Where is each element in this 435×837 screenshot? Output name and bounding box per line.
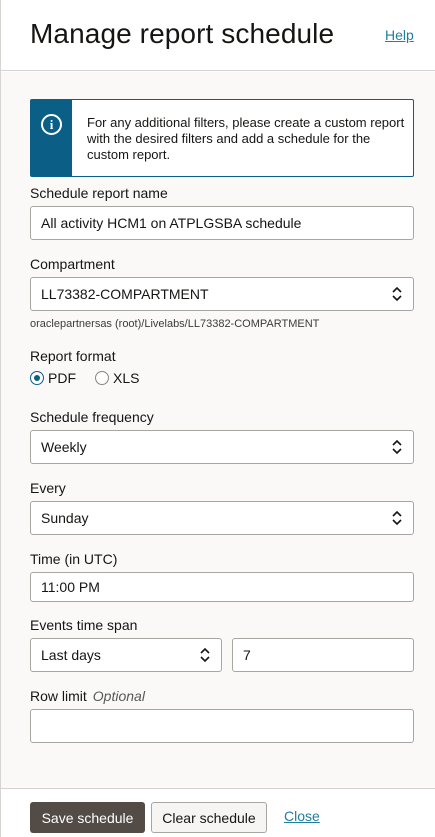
events-time-span-select[interactable]: Last days <box>30 638 222 672</box>
schedule-frequency-label: Schedule frequency <box>30 409 154 425</box>
info-message: i For any additional filters, please cre… <box>30 99 414 177</box>
xls-radio[interactable] <box>95 371 109 385</box>
panel-header: Manage report schedule Help <box>1 0 435 71</box>
schedule-name-input[interactable]: All activity HCM1 on ATPLGSBA schedule <box>30 206 414 240</box>
info-bar: i <box>31 100 72 176</box>
compartment-value: LL73382-COMPARTMENT <box>41 286 209 302</box>
compartment-path: oraclepartnersas (root)/Livelabs/LL73382… <box>30 318 320 330</box>
every-select[interactable]: Sunday <box>30 501 414 535</box>
manage-report-schedule-panel: Manage report schedule Help i For any ad… <box>0 0 435 837</box>
optional-label: Optional <box>92 688 145 704</box>
every-label: Every <box>30 480 66 496</box>
events-time-span-value: Last days <box>41 647 101 663</box>
row-limit-input[interactable] <box>30 709 414 743</box>
pdf-radio[interactable] <box>30 371 44 385</box>
every-value: Sunday <box>41 510 89 526</box>
info-icon: i <box>41 114 62 135</box>
close-link[interactable]: Close <box>284 808 320 824</box>
up-down-chevron-icon <box>200 647 210 663</box>
row-limit-label-text: Row limit <box>30 688 87 704</box>
schedule-name-label: Schedule report name <box>30 185 168 201</box>
panel-footer: Save schedule Clear schedule Close <box>1 788 435 837</box>
page-title: Manage report schedule <box>30 18 335 49</box>
row-limit-label: Row limit Optional <box>30 688 145 704</box>
events-time-span-amount-input[interactable]: 7 <box>232 638 414 672</box>
up-down-chevron-icon <box>392 510 402 526</box>
clear-schedule-button[interactable]: Clear schedule <box>151 802 267 833</box>
compartment-select[interactable]: LL73382-COMPARTMENT <box>30 277 414 311</box>
schedule-frequency-value: Weekly <box>41 439 87 455</box>
schedule-frequency-select[interactable]: Weekly <box>30 430 414 464</box>
compartment-label: Compartment <box>30 256 115 272</box>
up-down-chevron-icon <box>392 286 402 302</box>
time-label: Time (in UTC) <box>30 551 118 567</box>
pdf-radio-label: PDF <box>48 370 76 386</box>
up-down-chevron-icon <box>392 439 402 455</box>
events-time-span-label: Events time span <box>30 617 138 633</box>
help-link[interactable]: Help <box>385 27 414 43</box>
time-input[interactable]: 11:00 PM <box>30 572 414 602</box>
save-schedule-button[interactable]: Save schedule <box>30 802 145 833</box>
info-text: For any additional filters, please creat… <box>87 115 405 162</box>
report-format-label: Report format <box>30 348 116 364</box>
xls-radio-label: XLS <box>113 370 140 386</box>
